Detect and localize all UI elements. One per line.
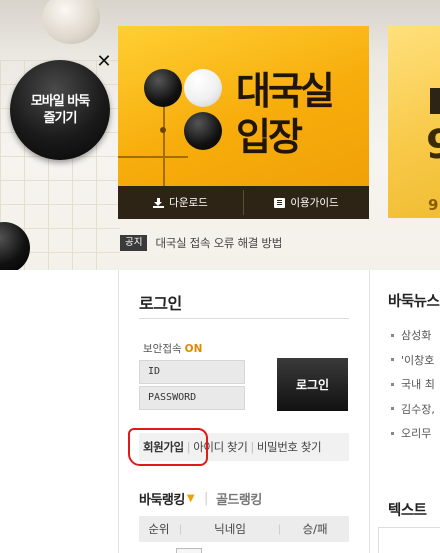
login-button[interactable]: 로그인 xyxy=(277,358,348,411)
promo-number: 9 xyxy=(426,122,440,168)
bullet-icon xyxy=(391,382,394,386)
download-label: 다운로드 xyxy=(169,197,208,209)
bullet-icon xyxy=(391,407,394,410)
ranking-tabs: 바둑랭킹 ▼ | 골드랭킹 xyxy=(139,489,262,508)
bullet-icon xyxy=(391,333,394,337)
rank-level-badge xyxy=(176,548,202,553)
tab-gold-ranking[interactable]: 골드랭킹 xyxy=(216,489,262,508)
game-room-enter-banner[interactable]: 대국실 입장 xyxy=(118,26,369,186)
star-point xyxy=(160,127,166,133)
password-field[interactable]: PASSWORD xyxy=(139,386,245,410)
signup-link[interactable]: 회원가입 xyxy=(143,439,184,455)
bullet-icon xyxy=(391,431,394,435)
id-field[interactable]: ID xyxy=(139,360,245,384)
secure-status[interactable]: ON xyxy=(185,343,203,355)
column-rank: 순위 xyxy=(148,522,170,536)
divider: | xyxy=(186,440,191,454)
news-item[interactable]: 오리무 xyxy=(388,425,435,450)
notice-link[interactable]: 대국실 접속 오류 해결 방법 xyxy=(155,235,282,251)
mobile-badge-line1: 모바일 바둑 xyxy=(30,94,90,109)
board-line xyxy=(118,156,188,158)
side-promo-card[interactable]: 9 9 xyxy=(388,26,440,218)
mobile-badge-line2: 즐기기 xyxy=(43,111,78,126)
chevron-down-icon: ▼ xyxy=(186,493,195,504)
bullet-icon xyxy=(391,358,394,361)
find-password-link[interactable]: 비밀번호 찾기 xyxy=(257,439,322,455)
divider: | xyxy=(250,440,254,454)
ranking-table-header: 순위 | 닉네임 | 승/패 xyxy=(139,516,349,542)
news-item[interactable]: 김수장, xyxy=(388,401,435,426)
promo-decoration xyxy=(430,88,440,114)
enter-room-title: 대국실 입장 xyxy=(236,69,335,159)
notice-bar: 공지 대국실 접속 오류 해결 방법 xyxy=(120,235,282,251)
tab-baduk-ranking[interactable]: 바둑랭킹 xyxy=(139,489,185,508)
news-title[interactable]: 바둑뉴스 xyxy=(388,290,440,311)
text-section-title[interactable]: 텍스트 xyxy=(388,499,427,520)
black-stone-icon xyxy=(184,112,222,150)
user-guide-button[interactable]: 이용가이드 xyxy=(244,186,369,219)
secure-connection[interactable]: 보안접속 ON xyxy=(143,341,202,356)
download-button[interactable]: 다운로드 xyxy=(118,186,243,219)
board-line xyxy=(163,106,165,186)
account-links: 회원가입 | 아이디 찾기 | 비밀번호 찾기 xyxy=(139,433,349,461)
column-win-loss: 승/패 xyxy=(302,522,328,536)
white-stone-decoration xyxy=(42,0,100,44)
secure-label: 보안접속 xyxy=(143,343,182,355)
close-icon[interactable]: ✕ xyxy=(95,53,113,71)
news-list: 삼성화 '이창호 국내 최 김수장, 오리무 xyxy=(388,327,435,450)
white-stone-icon xyxy=(184,69,222,107)
promo-small-number: 9 xyxy=(428,196,439,214)
download-icon xyxy=(153,197,165,208)
divider xyxy=(139,318,349,319)
mobile-baduk-button[interactable]: 모바일 바둑 즐기기 xyxy=(10,60,110,160)
guide-icon xyxy=(274,197,286,208)
divider: | xyxy=(204,491,208,506)
guide-label: 이용가이드 xyxy=(290,197,339,209)
notice-tag: 공지 xyxy=(120,235,148,251)
text-section-box xyxy=(378,527,440,553)
black-stone-icon xyxy=(144,69,182,107)
news-item[interactable]: '이창호 xyxy=(388,352,435,377)
news-item[interactable]: 삼성화 xyxy=(388,327,435,352)
column-nickname: 닉네임 xyxy=(214,522,246,536)
column-divider xyxy=(369,270,370,553)
column-divider xyxy=(118,270,119,553)
login-title: 로그인 xyxy=(139,294,182,313)
news-item[interactable]: 국내 최 xyxy=(388,376,435,401)
top-banner: 모바일 바둑 즐기기 ✕ 대국실 입장 다운로드 이용가이드 9 9 공지 대국… xyxy=(0,0,440,270)
enter-room-button-bar: 다운로드 이용가이드 xyxy=(118,186,369,219)
find-id-link[interactable]: 아이디 찾기 xyxy=(193,439,248,455)
